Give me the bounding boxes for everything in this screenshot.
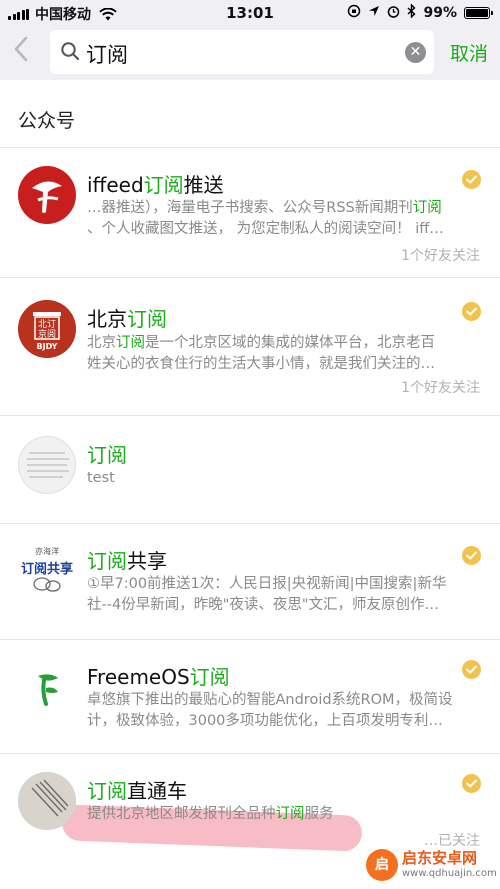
battery-icon (464, 7, 493, 19)
search-input[interactable]: 订阅 ✕ (50, 30, 434, 74)
verified-badge-icon (462, 660, 481, 679)
verified-badge-icon (462, 170, 481, 189)
site-watermark: 启 启东安卓网 www.qdhuajin.com (366, 847, 497, 885)
result-description: ①早7:00前推送1次：人民日报|央视新闻|中国搜索|新华 社--4份早新闻，昨… (87, 576, 447, 613)
alarm-icon (387, 5, 400, 22)
location-icon (368, 5, 380, 21)
status-bar: 中国移动 13:01 99% (0, 0, 500, 26)
friends-following: 1个好友关注 (401, 380, 480, 396)
freemeos-leaf-logo-icon (18, 658, 76, 716)
result-title: FreemeOS订阅 (87, 665, 230, 689)
search-icon (60, 41, 80, 65)
clear-search-button[interactable]: ✕ (405, 42, 426, 63)
result-item-dingyue-test[interactable]: 订阅 test (0, 416, 500, 524)
result-description: 提供北京地区邮发报刊全品种订阅服务 (87, 806, 334, 822)
friends-following: 1个好友关注 (401, 248, 480, 264)
close-icon: ✕ (409, 44, 422, 60)
back-button[interactable] (14, 36, 40, 66)
avatar-text: 北订京阅 (37, 320, 56, 340)
avatar-subtext: BJDY (36, 342, 58, 351)
iffeed-logo-icon (18, 166, 76, 224)
verified-badge-icon (462, 774, 481, 793)
result-description: …器推送），海量电子书搜索、公众号RSS新闻期刊订阅 、个人收藏图文推送， 为您… (87, 200, 444, 237)
newspaper-photo-avatar-icon (18, 772, 76, 830)
result-description: 北京订阅是一个北京区域的集成的媒体平台，北京老百 姓关心的衣食住行的生活大事小情… (87, 335, 435, 372)
verified-badge-icon (462, 302, 481, 321)
cancel-button[interactable]: 取消 (450, 39, 488, 66)
watermark-url: www.qdhuajin.com (402, 868, 497, 879)
result-title: 订阅共享 (87, 549, 167, 573)
result-item-dingyue-gongxiang[interactable]: 亦海洋 订阅共享 订阅共享 ①早7:00前推送1次：人民日报|央视新闻|中国搜索… (0, 524, 500, 640)
search-header: 订阅 ✕ 取消 (0, 26, 500, 80)
result-title: 订阅直通车 (87, 779, 187, 803)
result-item-iffeed[interactable]: iffeed订阅推送 …器推送），海量电子书搜索、公众号RSS新闻期刊订阅 、个… (0, 148, 500, 278)
result-title: 订阅 (87, 443, 127, 467)
section-header: 公众号 (0, 80, 500, 148)
search-query[interactable]: 订阅 (86, 39, 128, 69)
bluetooth-icon (407, 3, 416, 22)
beijing-dingyue-logo-icon: 北订京阅 BJDY (18, 300, 76, 358)
blurry-document-avatar-icon (18, 436, 76, 494)
result-title: 北京订阅 (87, 307, 167, 331)
rotation-lock-icon (347, 4, 361, 22)
dingyue-gongxiang-logo-icon: 亦海洋 订阅共享 (18, 542, 76, 600)
result-item-freemeos[interactable]: FreemeOS订阅 卓悠旗下推出的最贴心的智能Android系统ROM，极简设… (0, 640, 500, 754)
section-title: 公众号 (18, 110, 76, 132)
watermark-name: 启东安卓网 (402, 849, 478, 867)
result-description: test (87, 470, 115, 486)
verified-badge-icon (462, 546, 481, 565)
battery-percent: 99% (423, 5, 457, 21)
result-item-beijing-dingyue[interactable]: 北订京阅 BJDY 北京订阅 北京订阅是一个北京区域的集成的媒体平台，北京老百 … (0, 278, 500, 416)
result-title: iffeed订阅推送 (87, 173, 224, 197)
watermark-logo-icon: 启 (366, 849, 398, 881)
chevron-left-icon (14, 36, 28, 62)
result-description: 卓悠旗下推出的最贴心的智能Android系统ROM，极简设 计，极致体验，300… (87, 692, 453, 729)
